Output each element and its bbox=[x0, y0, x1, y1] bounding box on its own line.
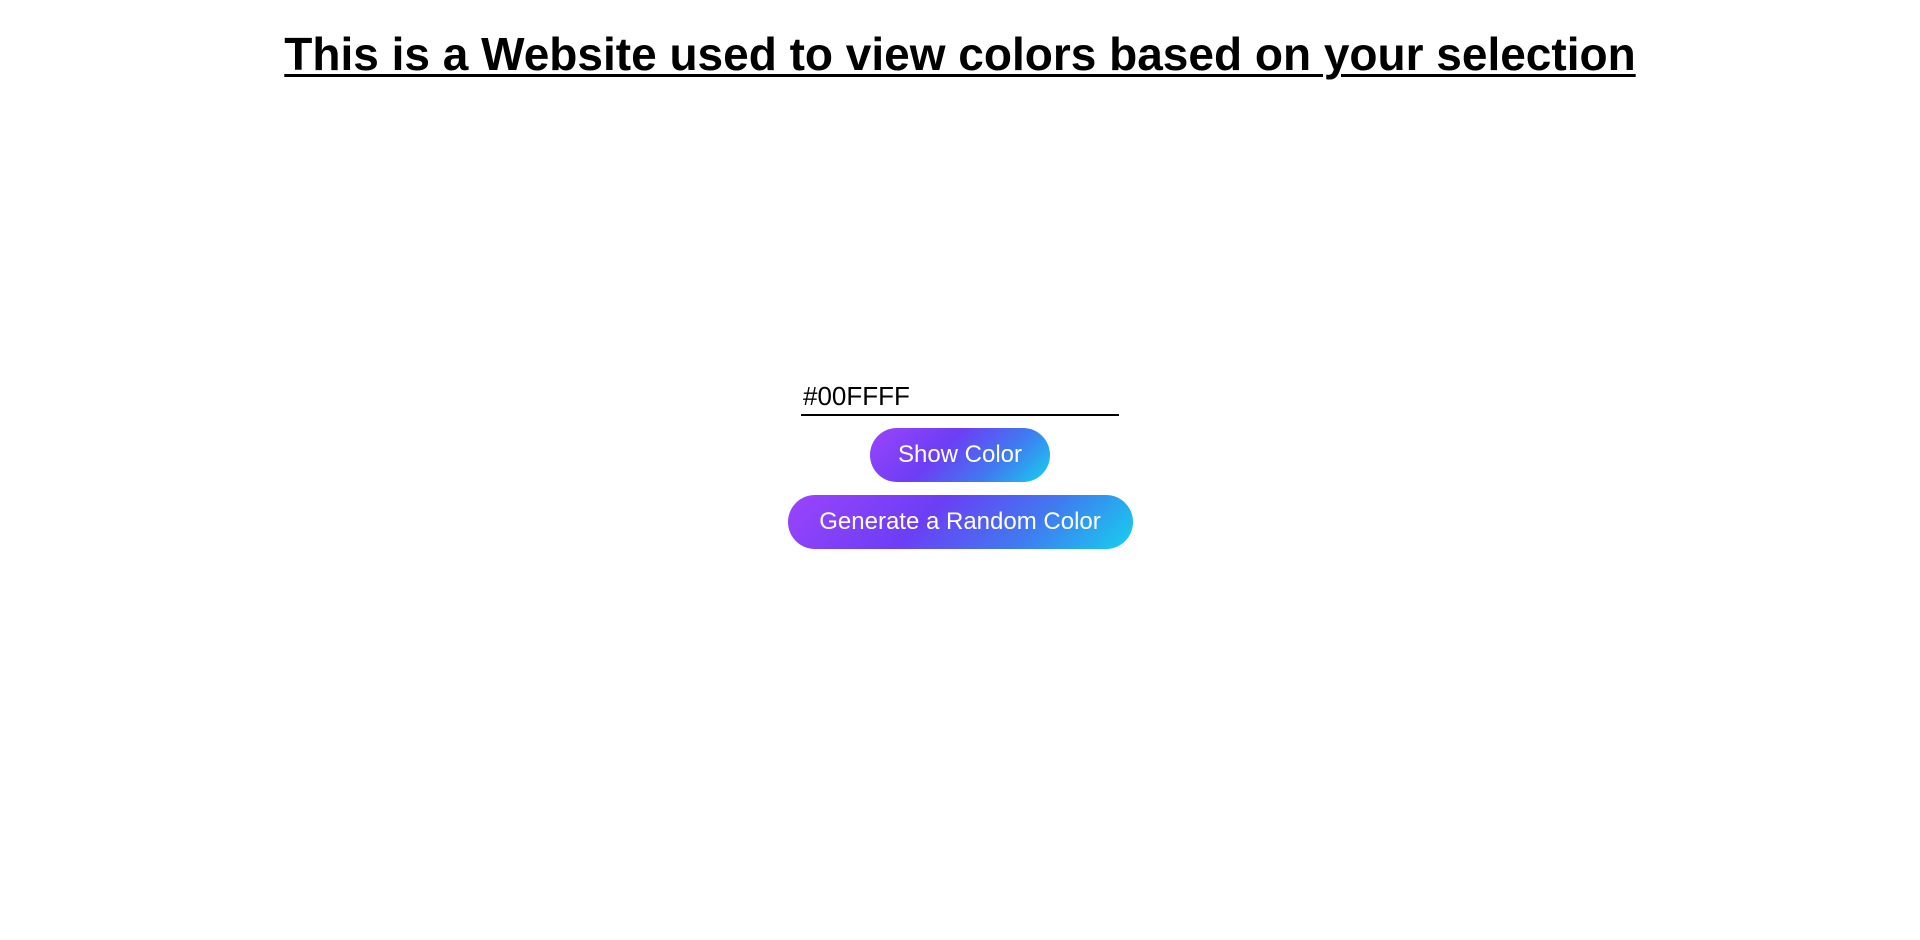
color-input[interactable] bbox=[801, 378, 1119, 416]
generate-random-color-button[interactable]: Generate a Random Color bbox=[787, 495, 1133, 549]
show-color-button[interactable]: Show Color bbox=[870, 428, 1050, 482]
page-title: This is a Website used to view colors ba… bbox=[284, 28, 1636, 80]
color-controls: Show Color Generate a Random Color bbox=[0, 378, 1920, 549]
page: This is a Website used to view colors ba… bbox=[0, 0, 1920, 940]
